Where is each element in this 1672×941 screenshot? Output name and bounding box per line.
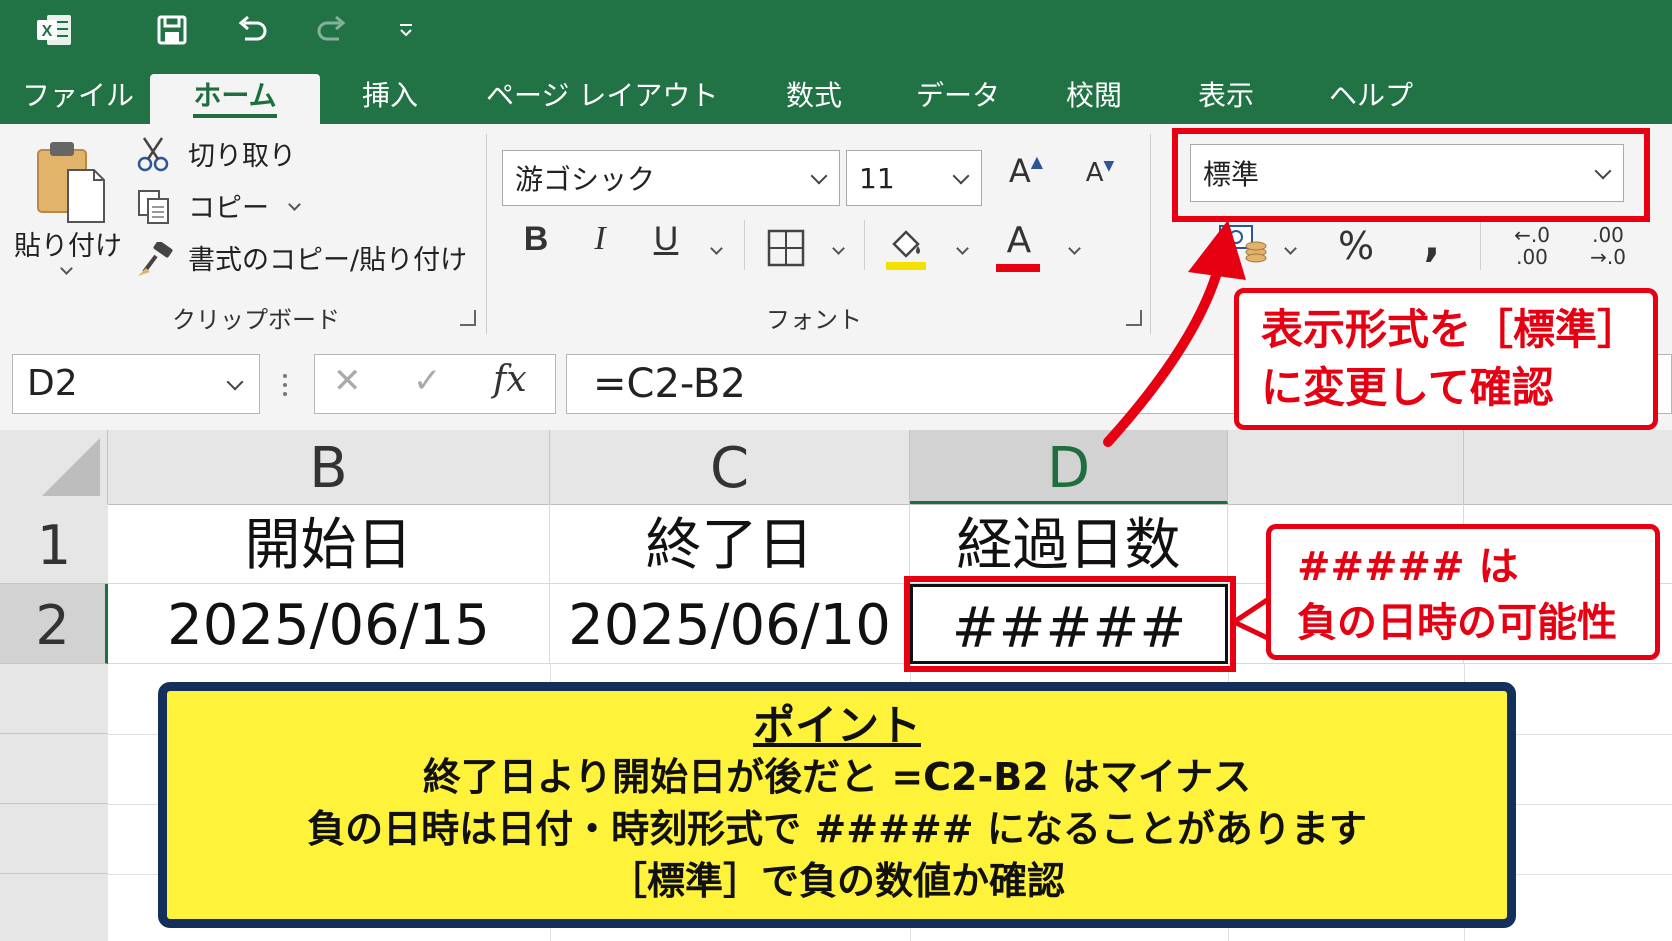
insert-function-icon[interactable]: fx xyxy=(493,359,527,400)
undo-icon[interactable] xyxy=(228,8,276,52)
redo-icon[interactable] xyxy=(308,8,356,52)
column-header-f[interactable] xyxy=(1464,430,1672,504)
format-callout: 表示形式を［標準］ に変更して確認 xyxy=(1234,288,1658,430)
increase-font-size-button[interactable]: A▲ xyxy=(1004,152,1048,190)
underline-button[interactable]: U xyxy=(644,220,688,259)
row-header-6[interactable] xyxy=(0,874,108,941)
formula-buttons: ✕ ✓ fx xyxy=(314,354,556,414)
font-size-dropdown[interactable]: 11 xyxy=(846,150,982,206)
point-line-2: 負の日時は日付・時刻形式で ##### になることがあります xyxy=(307,807,1367,851)
tab-formulas[interactable]: 数式 xyxy=(774,74,854,124)
decrease-font-size-button[interactable]: A▼ xyxy=(1078,158,1122,188)
borders-icon[interactable] xyxy=(766,228,806,268)
format-painter-icon[interactable] xyxy=(136,240,174,278)
group-label-font: フォント xyxy=(766,306,862,334)
row-header-5[interactable] xyxy=(0,804,108,874)
save-icon[interactable] xyxy=(148,8,196,52)
tab-review[interactable]: 校閲 xyxy=(1054,74,1134,124)
decrease-decimal-button[interactable]: .00 →.0 xyxy=(1576,224,1640,274)
group-separator xyxy=(1480,220,1481,270)
column-headers: B C D xyxy=(0,430,1672,505)
point-line-3: ［標準］で負の数値か確認 xyxy=(608,859,1065,903)
underline-dropdown-icon[interactable] xyxy=(710,242,723,255)
decrease-decimal-top: .00 xyxy=(1592,223,1624,247)
group-separator xyxy=(864,220,865,270)
cell-b2[interactable]: 2025/06/15 xyxy=(108,584,550,664)
decrease-decimal-bottom: →.0 xyxy=(1590,245,1626,269)
point-line-1: 終了日より開始日が後だと =C2-B2 はマイナス xyxy=(422,755,1252,799)
tab-home[interactable]: ホーム xyxy=(150,74,320,124)
format-callout-line2: に変更して確認 xyxy=(1261,363,1554,412)
point-title: ポイント xyxy=(752,701,921,750)
chevron-down-icon xyxy=(952,167,970,185)
group-label-clipboard: クリップボード xyxy=(172,306,340,334)
cell-c2[interactable]: 2025/06/10 xyxy=(550,584,910,664)
scissors-icon[interactable] xyxy=(136,136,172,172)
tab-view[interactable]: 表示 xyxy=(1186,74,1266,124)
increase-decimal-button[interactable]: ←.0 .00 xyxy=(1500,224,1564,274)
excel-logo-icon: X xyxy=(30,8,78,52)
copy-dropdown-icon[interactable] xyxy=(288,198,301,211)
cell-c1[interactable]: 終了日 xyxy=(550,504,910,584)
row-header-1[interactable]: 1 xyxy=(0,504,108,584)
font-name-dropdown[interactable]: 游ゴシック xyxy=(502,150,840,206)
cell-b1[interactable]: 開始日 xyxy=(108,504,550,584)
clipboard-launcher-icon[interactable] xyxy=(460,310,476,326)
group-separator xyxy=(486,134,487,334)
ribbon-tab-bar: ファイル ホーム 挿入 ページ レイアウト 数式 データ 校閲 表示 ヘルプ xyxy=(0,62,1672,124)
percent-style-button[interactable]: % xyxy=(1334,224,1378,268)
enter-icon[interactable]: ✓ xyxy=(413,361,442,401)
chevron-down-icon xyxy=(810,167,828,185)
accounting-dropdown-icon[interactable] xyxy=(1284,242,1297,255)
font-name-value: 游ゴシック xyxy=(515,163,656,196)
cut-button[interactable]: 切り取り xyxy=(188,134,296,173)
cell-d1[interactable]: 経過日数 xyxy=(910,504,1228,584)
row-header-2[interactable]: 2 xyxy=(0,584,108,664)
format-callout-line1: 表示形式を［標準］ xyxy=(1261,305,1640,354)
font-color-button[interactable]: A xyxy=(996,220,1042,272)
row-header-4[interactable] xyxy=(0,734,108,804)
point-note: ポイント 終了日より開始日が後だと =C2-B2 はマイナス 負の日時は日付・時… xyxy=(158,682,1516,928)
number-format-highlight xyxy=(1172,128,1650,222)
tab-file[interactable]: ファイル xyxy=(22,74,134,124)
increase-decimal-top: ←.0 xyxy=(1514,223,1550,247)
tab-data[interactable]: データ xyxy=(908,74,1008,124)
title-bar: X xyxy=(0,0,1672,62)
chevron-down-icon xyxy=(226,373,244,391)
tab-insert[interactable]: 挿入 xyxy=(350,74,430,124)
name-box-value: D2 xyxy=(27,363,78,404)
hash-callout-line1: ##### は xyxy=(1297,544,1519,590)
comma-style-button[interactable]: , xyxy=(1410,216,1454,267)
hash-callout: ##### は 負の日時の可能性 xyxy=(1266,524,1660,660)
group-separator xyxy=(744,220,745,270)
drag-handle-icon[interactable] xyxy=(282,372,288,398)
paste-dropdown-icon[interactable] xyxy=(60,262,73,275)
increase-decimal-bottom: .00 xyxy=(1516,245,1548,269)
cell-d2-highlight xyxy=(904,576,1236,672)
row-header-3[interactable] xyxy=(0,664,108,734)
fill-color-icon[interactable] xyxy=(884,224,928,272)
font-size-value: 11 xyxy=(859,161,895,195)
paste-icon[interactable] xyxy=(30,136,110,226)
copy-icon[interactable] xyxy=(136,188,172,226)
name-box[interactable]: D2 xyxy=(12,354,260,414)
cancel-icon[interactable]: ✕ xyxy=(333,361,362,401)
copy-button[interactable]: コピー xyxy=(188,186,269,225)
select-all-corner[interactable] xyxy=(0,430,108,504)
bold-button[interactable]: B xyxy=(514,220,558,259)
font-color-letter: A xyxy=(1006,220,1032,261)
hash-callout-line2: 負の日時の可能性 xyxy=(1297,600,1617,646)
excel-logo-letter: X xyxy=(42,23,53,40)
customize-qat-icon[interactable] xyxy=(382,8,430,52)
column-header-b[interactable]: B xyxy=(108,430,550,504)
borders-dropdown-icon[interactable] xyxy=(832,242,845,255)
tab-page-layout[interactable]: ページ レイアウト xyxy=(486,74,718,124)
column-header-c[interactable]: C xyxy=(550,430,910,504)
fill-color-dropdown-icon[interactable] xyxy=(956,242,969,255)
tab-help[interactable]: ヘルプ xyxy=(1316,74,1426,124)
italic-button[interactable]: I xyxy=(578,220,622,258)
format-painter-button[interactable]: 書式のコピー/貼り付け xyxy=(188,238,467,277)
font-color-swatch xyxy=(996,264,1040,272)
paste-button-label[interactable]: 貼り付け xyxy=(14,224,122,263)
